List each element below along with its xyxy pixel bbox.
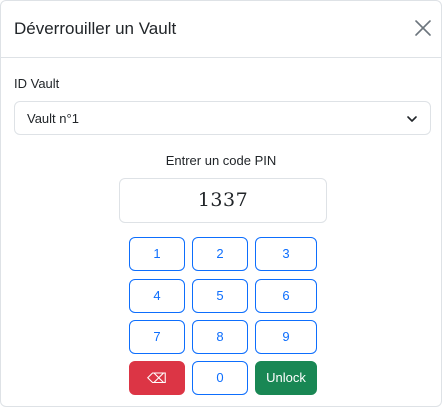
modal-title: Déverrouiller un Vault	[14, 19, 177, 38]
key-0[interactable]: 0	[192, 361, 248, 395]
key-7[interactable]: 7	[129, 320, 185, 354]
modal-header: Déverrouiller un Vault	[1, 1, 441, 58]
unlock-button[interactable]: Unlock	[255, 361, 317, 395]
key-5[interactable]: 5	[192, 279, 248, 313]
vault-id-label: ID Vault	[14, 76, 60, 91]
key-9[interactable]: 9	[255, 320, 317, 354]
chevron-down-icon	[407, 116, 417, 122]
key-1[interactable]: 1	[129, 237, 185, 271]
key-6[interactable]: 6	[255, 279, 317, 313]
unlock-vault-modal: Déverrouiller un Vault ID Vault Vault n°…	[0, 0, 442, 407]
vault-select[interactable]: Vault n°1	[14, 101, 431, 135]
pin-input[interactable]: 1337	[119, 178, 327, 223]
key-2[interactable]: 2	[192, 237, 248, 271]
close-icon	[415, 20, 431, 36]
pin-label: Entrer un code PIN	[165, 153, 277, 168]
key-3[interactable]: 3	[255, 237, 317, 271]
close-button[interactable]	[411, 16, 435, 40]
backspace-button[interactable]: ⌫	[129, 361, 185, 395]
key-4[interactable]: 4	[129, 279, 185, 313]
backspace-icon: ⌫	[147, 370, 167, 386]
key-8[interactable]: 8	[192, 320, 248, 354]
vault-select-value: Vault n°1	[27, 111, 79, 126]
